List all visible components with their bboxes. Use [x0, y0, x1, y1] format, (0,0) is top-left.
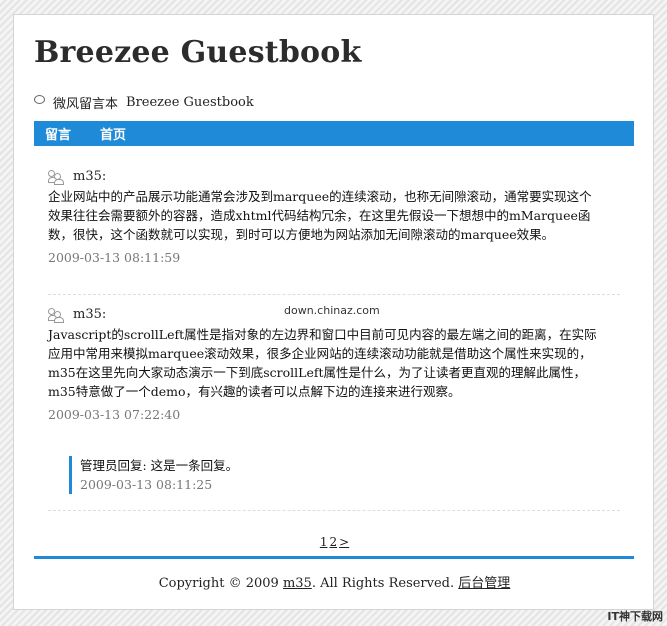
tagline-english: Breezee Guestbook — [126, 95, 254, 110]
admin-link[interactable]: 后台管理 — [458, 576, 510, 591]
watermark-text: down.chinaz.com — [284, 304, 380, 317]
corner-logo: IT神下载网 — [607, 610, 663, 623]
tagline: 微风留言本 Breezee Guestbook — [34, 93, 254, 112]
entry-date: 2009-03-13 07:22:40 — [48, 407, 181, 422]
rights-text: . All Rights Reserved. — [311, 576, 455, 591]
tagline-name: 微风留言本 — [53, 97, 119, 112]
entry-author: m35: — [73, 306, 107, 322]
entry-author: m35: — [73, 168, 107, 184]
reply-text: 管理员回复: 这是一条回复。 — [80, 458, 239, 473]
speech-bubble-icon — [34, 95, 45, 104]
footer-divider — [34, 556, 634, 559]
copyright-text: Copyright © 2009 — [158, 576, 279, 591]
users-icon — [48, 170, 64, 185]
reply-date: 2009-03-13 08:11:25 — [80, 477, 213, 492]
pagination: 1 2 > — [14, 535, 655, 549]
entry-header: m35: — [48, 167, 624, 185]
entry-divider — [48, 510, 620, 511]
nav-bar: 留言 首页 — [34, 121, 634, 146]
page-link-current[interactable]: 1 — [320, 535, 328, 549]
message-entry: m35: Javascript的scrollLeft属性是指对象的左边界和窗口中… — [48, 305, 624, 422]
entry-body: 企业网站中的产品展示功能通常会涉及到marquee的连续滚动，也称无间隙滚动，通… — [48, 189, 592, 242]
admin-reply: 管理员回复: 这是一条回复。 2009-03-13 08:11:25 — [69, 456, 238, 494]
page-link-next[interactable]: 2 — [329, 535, 337, 549]
owner-link[interactable]: m35 — [283, 576, 312, 591]
entry-body: Javascript的scrollLeft属性是指对象的左边界和窗口中目前可见内… — [48, 327, 597, 399]
users-icon — [48, 308, 64, 323]
nav-item-home[interactable]: 首页 — [100, 124, 126, 143]
next-page-arrow[interactable]: > — [339, 535, 349, 549]
footer: Copyright © 2009 m35. All Rights Reserve… — [14, 572, 655, 591]
entry-date: 2009-03-13 08:11:59 — [48, 250, 181, 265]
nav-item-message[interactable]: 留言 — [45, 124, 71, 143]
message-entry: m35: 企业网站中的产品展示功能通常会涉及到marquee的连续滚动，也称无间… — [48, 167, 624, 265]
site-title: Breezee Guestbook — [34, 35, 362, 70]
entry-divider — [48, 294, 620, 295]
